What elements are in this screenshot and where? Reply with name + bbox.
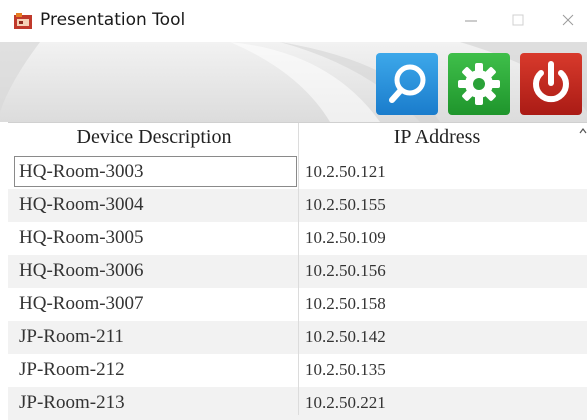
ip-cell[interactable]: 10.2.50.109 bbox=[305, 228, 386, 248]
column-divider bbox=[298, 123, 299, 415]
close-icon[interactable] bbox=[560, 12, 576, 28]
settings-button[interactable] bbox=[448, 53, 510, 115]
ip-cell[interactable]: 10.2.50.155 bbox=[305, 195, 386, 215]
toolbar bbox=[0, 42, 587, 122]
window-title: Presentation Tool bbox=[40, 10, 186, 30]
maximize-icon[interactable] bbox=[510, 12, 526, 28]
gear-icon bbox=[458, 63, 500, 105]
device-grid[interactable]: Device Description IP Address HQ-Room-30… bbox=[8, 122, 587, 420]
selected-cell-focus bbox=[14, 156, 297, 187]
power-icon bbox=[533, 61, 569, 103]
search-icon bbox=[389, 64, 426, 103]
device-cell[interactable]: HQ-Room-3007 bbox=[19, 293, 144, 315]
presentation-app-icon bbox=[14, 13, 32, 29]
title-bar: Presentation Tool bbox=[0, 0, 587, 42]
search-button[interactable] bbox=[376, 53, 438, 115]
ip-cell[interactable]: 10.2.50.135 bbox=[305, 360, 386, 380]
ip-cell[interactable]: 10.2.50.221 bbox=[305, 393, 386, 413]
ip-cell[interactable]: 10.2.50.156 bbox=[305, 261, 386, 281]
power-button[interactable] bbox=[520, 53, 582, 115]
ip-cell[interactable]: 10.2.50.142 bbox=[305, 327, 386, 347]
device-cell[interactable]: JP-Room-213 bbox=[19, 392, 125, 414]
device-cell[interactable]: HQ-Room-3005 bbox=[19, 227, 144, 249]
column-header-ip-address[interactable]: IP Address bbox=[300, 126, 574, 149]
minimize-icon[interactable] bbox=[463, 12, 479, 28]
device-cell[interactable]: JP-Room-212 bbox=[19, 359, 125, 381]
column-header-device-description[interactable]: Device Description bbox=[8, 126, 300, 149]
device-cell[interactable]: HQ-Room-3006 bbox=[19, 260, 144, 282]
ip-cell[interactable]: 10.2.50.121 bbox=[305, 162, 386, 182]
scroll-up-icon[interactable] bbox=[579, 126, 587, 136]
device-cell[interactable]: HQ-Room-3004 bbox=[19, 194, 144, 216]
device-cell[interactable]: JP-Room-211 bbox=[19, 326, 124, 348]
ip-cell[interactable]: 10.2.50.158 bbox=[305, 294, 386, 314]
